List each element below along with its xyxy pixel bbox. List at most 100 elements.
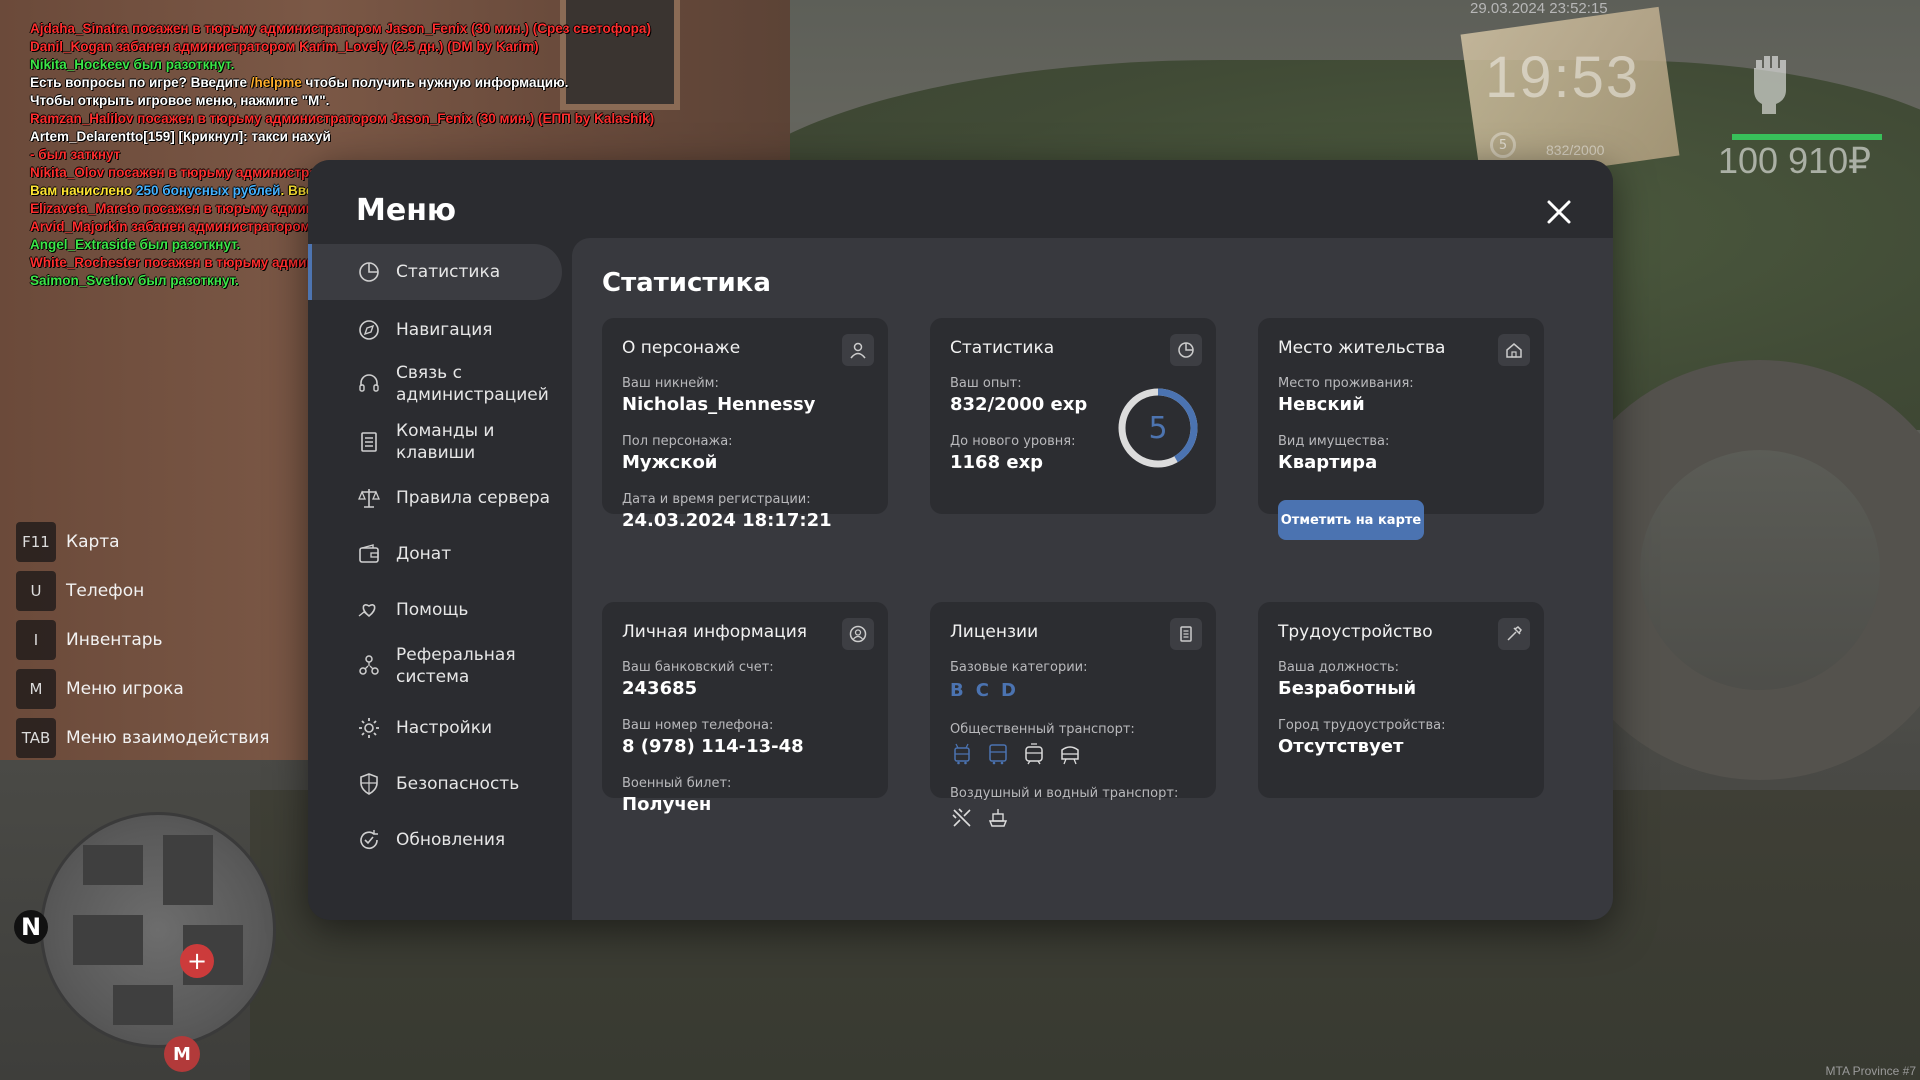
license-document-icon xyxy=(1170,618,1202,650)
chat-text: Artem_Delarentto[159] [Крикнул]: такси н… xyxy=(30,129,331,144)
hotkey-label: Телефон xyxy=(66,581,145,601)
property-type-label: Вид имущества: xyxy=(1278,434,1390,449)
chat-text: Danil_Kogan забанен администратором Kari… xyxy=(30,39,539,54)
chat-text: Nikita_Hockeev был разоткнут. xyxy=(30,57,235,72)
nickname-value: Nicholas_Hennessy xyxy=(622,394,816,415)
sidebar-item-11[interactable]: Обновления xyxy=(308,812,562,868)
sidebar-item-7[interactable]: Помощь xyxy=(308,582,562,638)
hud-datetime: 29.03.2024 23:52:15 xyxy=(1470,0,1608,17)
phone-value: 8 (978) 114-13-48 xyxy=(622,736,804,757)
bank-account-label: Ваш банковский счет: xyxy=(622,660,774,675)
menu-sidebar: Статистика Навигация Связь с администрацие… xyxy=(308,238,572,920)
license-category: D xyxy=(1000,680,1016,701)
user-circle-icon xyxy=(842,618,874,650)
personal-info-card: Личная информация Ваш банковский счет: 2… xyxy=(602,602,888,815)
hotkey-hint: TAB Меню взаимодействия xyxy=(16,718,270,758)
public-transport-icons xyxy=(950,742,1082,766)
sidebar-item-8[interactable]: Реферальная система xyxy=(308,638,562,694)
people-icon xyxy=(359,655,379,675)
hotkey-label: Инвентарь xyxy=(66,630,163,650)
compass-icon xyxy=(359,320,379,340)
sidebar-item-label: Статистика xyxy=(396,262,501,282)
sidebar-item-label: Связь с администрацией xyxy=(396,363,549,405)
card-title: Трудоустройство xyxy=(1278,622,1433,642)
hotkey-hints: F11 Карта U Телефон I Инвентарь M Меню игрока TA… xyxy=(16,522,270,767)
property-type-value: Квартира xyxy=(1278,452,1378,473)
character-card: О персонаже Ваш никнейм: Nicholas_Hennes… xyxy=(602,318,888,531)
chat-line: Чтобы открыть игровое меню, нажмите "M". xyxy=(30,92,830,110)
chat-text: /helpme xyxy=(250,75,302,90)
minimap-block xyxy=(83,845,143,885)
scales-icon xyxy=(358,489,380,508)
sidebar-item-10[interactable]: Безопасность xyxy=(308,756,562,812)
ship-icon xyxy=(988,809,1008,827)
chat-line: Nikita_Hockeev был разоткнут. xyxy=(30,56,830,74)
sidebar-item-3[interactable]: Связь с администрацией xyxy=(308,356,562,412)
card-title: Лицензии xyxy=(950,622,1039,642)
hotkey-hint: M Меню игрока xyxy=(16,669,270,709)
chat-text: Вам начислено xyxy=(30,183,137,198)
server-watermark: MTA Province #7 xyxy=(1825,1064,1916,1078)
sidebar-item-label: Правила сервера xyxy=(396,488,551,508)
sidebar-item-label: Навигация xyxy=(396,320,493,340)
minimap-block xyxy=(73,915,143,965)
chat-line: Ajdaha_Sinatra посажен в тюрьму админист… xyxy=(30,20,830,38)
sidebar-item-5[interactable]: Правила сервера xyxy=(308,470,562,526)
xp-label: Ваш опыт: xyxy=(950,376,1022,391)
nickname-label: Ваш никнейм: xyxy=(622,376,719,391)
sidebar-item-label: Настройки xyxy=(396,718,493,738)
sidebar-item-label: Безопасность xyxy=(396,774,520,794)
hotkey-label: Меню взаимодействия xyxy=(66,728,270,748)
hospital-marker-icon: + xyxy=(180,944,214,978)
hotkey-key: F11 xyxy=(16,522,56,562)
hud-level-badge: 5 xyxy=(1490,132,1516,158)
menu-header: Меню xyxy=(308,160,1613,238)
public-transport-label: Общественный транспорт: xyxy=(950,722,1135,737)
license-categories: BCD xyxy=(950,680,1016,701)
fist-weapon-icon xyxy=(1754,56,1786,114)
chat-text: чтобы получить нужную информацию. xyxy=(301,75,569,90)
position-value: Безработный xyxy=(1278,678,1417,699)
hotkey-key: I xyxy=(16,620,56,660)
sidebar-item-1[interactable]: Статистика xyxy=(308,244,562,300)
menu-title: Меню xyxy=(356,193,457,228)
sidebar-item-label: Реферальная система xyxy=(396,645,516,687)
card-title: О персонаже xyxy=(622,338,741,358)
gender-value: Мужской xyxy=(622,452,718,473)
chat-text: 250 бонусных рублей xyxy=(136,183,281,198)
hotkey-hint: U Телефон xyxy=(16,571,270,611)
sidebar-item-label: Обновления xyxy=(396,830,506,850)
tram-icon xyxy=(1025,743,1043,765)
next-level-value: 1168 exp xyxy=(950,452,1044,473)
sidebar-item-2[interactable]: Навигация xyxy=(308,302,562,358)
air-water-transport-label: Воздушный и водный транспорт: xyxy=(950,786,1179,801)
heart-hand-icon xyxy=(358,604,376,618)
hotkey-label: Меню игрока xyxy=(66,679,184,699)
mark-on-map-button[interactable]: Отметить на карте xyxy=(1278,500,1424,540)
pie-chart-icon xyxy=(359,262,379,282)
hotkey-key: TAB xyxy=(16,718,56,758)
section-title: Статистика xyxy=(602,268,771,298)
card-title: Место жительства xyxy=(1278,338,1446,358)
sidebar-item-label: Помощь xyxy=(396,600,469,620)
wallet-icon xyxy=(359,544,379,563)
menu-content: Статистика О персонаже Ваш никнейм: Nich… xyxy=(572,238,1613,920)
sidebar-item-4[interactable]: Команды и клавиши xyxy=(308,414,562,470)
chat-text: Есть вопросы по игре? Введите xyxy=(30,75,251,90)
chat-text: Ajdaha_Sinatra посажен в тюрьму админист… xyxy=(30,21,651,36)
pie-chart-icon xyxy=(1170,334,1202,366)
hotkey-hint: I Инвентарь xyxy=(16,620,270,660)
close-icon[interactable] xyxy=(1541,194,1577,230)
sidebar-item-6[interactable]: Донат xyxy=(308,526,562,582)
job-city-label: Город трудоустройства: xyxy=(1278,718,1446,733)
chat-line: Ramzan_Halilov посажен в тюрьму админист… xyxy=(30,110,830,128)
hotkey-label: Карта xyxy=(66,532,120,552)
headset-icon xyxy=(359,374,379,392)
plane-icon xyxy=(952,808,971,827)
residence-place-value: Невский xyxy=(1278,394,1365,415)
sidebar-item-9[interactable]: Настройки xyxy=(308,700,562,756)
minimap-block xyxy=(163,835,213,905)
hud-xp: 832/2000 xyxy=(1546,142,1605,158)
chat-line: Danil_Kogan забанен администратором Kari… xyxy=(30,38,830,56)
minimap-block xyxy=(113,985,173,1025)
